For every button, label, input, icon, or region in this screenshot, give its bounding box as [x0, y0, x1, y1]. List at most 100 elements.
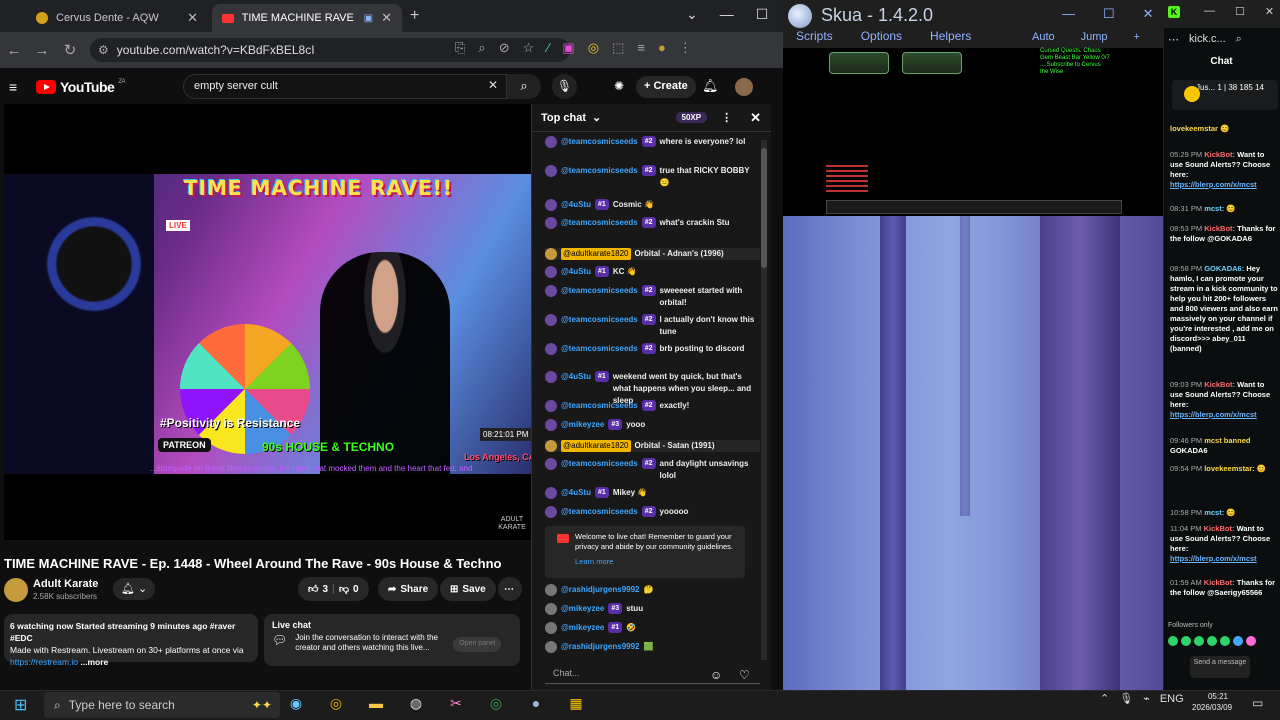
site-info-icon[interactable]: ⚙ [98, 43, 109, 57]
menu-dots-icon[interactable]: ⋮ [679, 40, 692, 56]
chat-message[interactable]: @4uStu #1 Mikey 👋 [545, 487, 760, 499]
chat-author[interactable]: @rashidjurgens9992 [561, 641, 640, 653]
game-action-bar[interactable] [826, 200, 1122, 214]
more-actions-button[interactable]: ⋯ [498, 577, 522, 601]
kick-message-author[interactable]: KickBot: [1204, 224, 1235, 233]
skua-taskbar-icon[interactable]: ● [526, 693, 546, 713]
emote-icon[interactable] [1220, 636, 1230, 646]
extension-a-icon[interactable]: ⁄ [547, 40, 549, 56]
emote-icon[interactable] [1168, 636, 1178, 646]
kick-message-link[interactable]: https://blerp.com/x/mcst [1170, 180, 1257, 189]
search-input[interactable]: empty server cult [183, 74, 507, 99]
microphone-icon[interactable]: 🎙 [1119, 692, 1133, 705]
zoom-icon[interactable]: ⌕ [478, 40, 485, 56]
show-more-link[interactable]: ...more [80, 657, 108, 667]
clear-search-icon[interactable]: ✕ [488, 78, 498, 92]
chat-author[interactable]: @adultkarate1820 [561, 440, 631, 452]
new-tab-button[interactable]: + [410, 7, 419, 25]
chat-author[interactable]: @teamcosmicseeds [561, 285, 638, 309]
chat-message[interactable]: @4uStu #1 KC 👋 [545, 266, 760, 278]
close-tab-icon[interactable]: ✕ [381, 10, 392, 26]
like-icon[interactable]: 👍︎ [308, 583, 318, 595]
kick-chat-message[interactable]: 11:04 PM KickBot: Want to use Sound Aler… [1170, 524, 1278, 564]
kick-chat-message[interactable]: 08:53 PM KickBot: Thanks for the follow … [1170, 224, 1278, 244]
notification-icon[interactable]: ▭ [1252, 696, 1263, 710]
copilot-icon[interactable]: ◉ [286, 693, 306, 713]
kick-chat-message[interactable]: 09:54 PM lovekeemstar: 😊 [1170, 464, 1278, 474]
kick-message-author[interactable]: KickBot: [1204, 524, 1235, 533]
kick-chat-message[interactable]: 09:46 PM mcst banned GOKADA6 [1170, 436, 1278, 456]
kick-message-author[interactable]: GOKADA6: [1204, 264, 1244, 273]
chat-author[interactable]: @4uStu [561, 266, 591, 278]
xp-badge[interactable]: 50XP [675, 112, 708, 123]
windows-start-icon[interactable]: ⊞ [14, 695, 27, 715]
kick-chat-message[interactable]: 10:58 PM mcst: 😊 [1170, 508, 1278, 518]
reload-icon[interactable]: ↻ [56, 41, 84, 59]
paint-icon[interactable]: ✺ [614, 79, 624, 93]
extension-b-icon[interactable]: ▣ [562, 40, 574, 56]
chat-message[interactable]: @teamcosmicseeds #2 what's crackin Stu [545, 217, 760, 229]
tab-aqw[interactable]: Cervus Dente - AQW ✕ [26, 4, 208, 32]
chat-message[interactable]: @teamcosmicseeds #2 exactly! [545, 400, 760, 412]
chevron-up-icon[interactable]: ⌃ [1100, 692, 1109, 705]
menu-add[interactable]: + [1134, 31, 1140, 43]
puzzle-icon[interactable]: ⬚ [612, 40, 624, 56]
chat-avatar[interactable] [545, 641, 557, 653]
chat-message[interactable]: @rashidjurgens9992 🤔 [545, 584, 760, 596]
chat-author[interactable]: @mikeyzee [561, 419, 604, 431]
description-box[interactable]: 6 watching now Started streaming 9 minut… [4, 614, 258, 667]
emoji-icon[interactable]: ☺ [710, 668, 722, 682]
chat-avatar[interactable] [545, 622, 557, 634]
kick-chat-message[interactable]: 01:59 AM KickBot: Thanks for the follow … [1170, 578, 1278, 598]
chat-message[interactable]: @teamcosmicseeds #2 and daylight unsavings… [545, 458, 760, 482]
search-button[interactable]: ⌕ [507, 74, 541, 99]
chat-avatar[interactable] [545, 487, 557, 499]
chat-author[interactable]: @mikeyzee [561, 603, 604, 615]
chat-message[interactable]: @4uStu #1 Cosmic 👋 [545, 199, 760, 211]
close-tab-icon[interactable]: ✕ [187, 10, 198, 26]
chat-avatar[interactable] [545, 136, 557, 148]
menu-dots-icon[interactable]: ⋯ [1168, 33, 1179, 46]
youtube-logo[interactable]: YouTube ZA [36, 79, 125, 95]
heart-icon[interactable]: ♡ [739, 668, 750, 682]
chat-message[interactable]: @teamcosmicseeds #2 true that RICKY BOBBY … [545, 165, 760, 189]
bookmark-star-icon[interactable]: ☆ [523, 40, 535, 56]
chat-avatar[interactable] [545, 400, 557, 412]
kick-chat-message[interactable]: 08:31 PM mcst: 😊 [1170, 204, 1278, 214]
close-icon[interactable]: ✕ [1265, 5, 1274, 18]
language-indicator[interactable]: ENG [1160, 693, 1184, 705]
chat-author[interactable]: @teamcosmicseeds [561, 458, 638, 482]
chat-message[interactable]: @teamcosmicseeds #2 brb posting to discord [545, 343, 760, 355]
menu-jump[interactable]: Jump [1081, 31, 1108, 43]
hamburger-menu-icon[interactable]: ≡ [9, 79, 17, 95]
taskbar-search[interactable]: ⌕ Type here to search ✦✦ [44, 692, 280, 718]
chat-author[interactable]: @teamcosmicseeds [561, 314, 638, 338]
chat-avatar[interactable] [545, 506, 557, 518]
chat-message[interactable]: @teamcosmicseeds #2 yooooo [545, 506, 760, 518]
chat-message[interactable]: @teamcosmicseeds #2 where is everyone? lol [545, 136, 760, 148]
tab-youtube[interactable]: TIME MACHINE RAVE - Ep. ▣ ✕ [212, 4, 402, 32]
kick-send-input[interactable]: Send a message [1190, 656, 1250, 678]
emote-icon[interactable] [1181, 636, 1191, 646]
kick-message-author[interactable]: KickBot: [1204, 578, 1235, 587]
chat-avatar[interactable] [545, 603, 557, 615]
snipping-tool-icon[interactable]: ✂ [446, 693, 466, 713]
kick-chat-message[interactable]: 05:29 PM KickBot: Want to use Sound Aler… [1170, 150, 1278, 190]
chat-author[interactable]: @rashidjurgens9992 [561, 584, 640, 596]
kick-message-author[interactable]: lovekeemstar: [1204, 464, 1254, 473]
kick-chat-message[interactable]: lovekeemstar 😊 [1170, 124, 1278, 134]
chat-message[interactable]: @teamcosmicseeds #2 sweeeeet started with … [545, 285, 760, 309]
chat-author[interactable]: @teamcosmicseeds [561, 136, 638, 148]
chat-author[interactable]: @teamcosmicseeds [561, 506, 638, 518]
menu-options[interactable]: Options [861, 29, 902, 43]
chat-avatar[interactable] [545, 217, 557, 229]
kick-message-author[interactable]: mcst: [1204, 508, 1224, 517]
eye-off-icon[interactable]: ⊘ [499, 40, 510, 56]
clock[interactable]: 05:21 2026/03/09 [1192, 691, 1232, 713]
minimize-icon[interactable]: — [1062, 6, 1075, 22]
chat-avatar[interactable] [545, 199, 557, 211]
zoom-icon[interactable]: ⌕ [1236, 33, 1242, 46]
chrome-icon[interactable]: ◎ [326, 693, 346, 713]
kick-chat-message[interactable]: 08:58 PM GOKADA6: Hey hamlo, I can promo… [1170, 264, 1278, 354]
chat-message[interactable]: @mikeyzee #3 yooo [545, 419, 760, 431]
